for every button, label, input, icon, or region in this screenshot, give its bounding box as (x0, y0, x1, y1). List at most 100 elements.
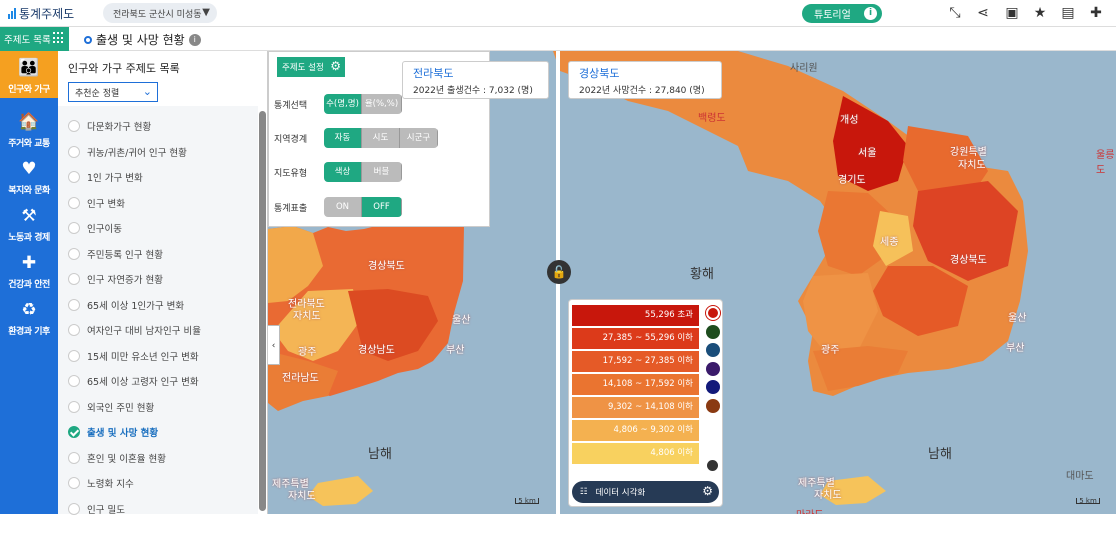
info-icon[interactable]: i (188, 33, 201, 46)
topic-item[interactable]: 65세 이상 1인가구 변화 (68, 296, 184, 314)
map-type-toggle[interactable]: 색상 버블 (324, 162, 402, 182)
map-label: 광주 (821, 345, 840, 356)
star-icon[interactable]: ★ (1031, 4, 1049, 22)
option-auto[interactable]: 자동 (324, 128, 362, 148)
region-select[interactable]: 전라북도 군산시 미성동 ▼ (103, 3, 217, 23)
option-off[interactable]: OFF (362, 197, 402, 217)
option-count[interactable]: 수(명,명) (324, 94, 362, 114)
option-label: 지도유형 (274, 169, 308, 179)
health-icon: ✚ (21, 253, 37, 273)
radio-icon[interactable] (68, 145, 80, 158)
nav-item-environment[interactable]: ♻ 환경과 기후 (0, 293, 58, 340)
legend-range[interactable]: 4,806 이하 (572, 443, 699, 464)
map-area[interactable]: 🔓 주제도 설정 ⚙ 통계선택 수(명,명) 율(%,%) 지역경계 자동 시도… (268, 51, 1116, 514)
radio-icon[interactable] (68, 400, 80, 413)
legend-range[interactable]: 17,592 ~ 27,385 이하 (572, 351, 699, 372)
color-palette-option[interactable] (706, 398, 720, 413)
radio-icon[interactable] (68, 451, 80, 464)
topic-item[interactable]: 인구 밀도 (68, 500, 125, 518)
topic-item[interactable]: 주민등록 인구 현황 (68, 245, 163, 263)
boundary-toggle[interactable]: 자동 시도 시군구 (324, 128, 438, 148)
color-palette-option[interactable] (706, 343, 720, 357)
radio-icon[interactable] (68, 222, 80, 234)
topic-item[interactable]: 여자인구 대비 남자인구 비율 (68, 321, 201, 339)
topic-item[interactable]: 65세 이상 고령자 인구 변화 (68, 372, 199, 390)
topic-menu-label: 주제도 목록 (4, 35, 51, 46)
option-sido[interactable]: 시도 (362, 128, 400, 148)
radio-icon[interactable] (68, 324, 80, 336)
topic-item[interactable]: 15세 미만 유소년 인구 변화 (68, 347, 199, 365)
map-label: 자치도 (958, 160, 986, 171)
option-bubble[interactable]: 버블 (362, 162, 402, 182)
nav-item-labor[interactable]: ⚒ 노동과 경제 (0, 199, 58, 246)
map-label: 자치도 (814, 490, 842, 501)
map-label: 자치도 (293, 311, 321, 322)
topic-item[interactable]: 인구이동 (68, 219, 122, 237)
radio-icon[interactable] (68, 171, 80, 183)
option-on[interactable]: ON (324, 197, 362, 217)
topic-item[interactable]: 1인 가구 변화 (68, 168, 143, 186)
bookmark-add-icon[interactable]: ✚ (1087, 4, 1105, 22)
radio-icon[interactable] (68, 298, 80, 311)
topic-item[interactable]: 혼인 및 이혼율 현황 (68, 449, 166, 467)
topic-item[interactable]: 노령화 지수 (68, 474, 134, 492)
grid-icon (53, 32, 65, 44)
topic-menu-button[interactable]: 주제도 목록 (0, 27, 69, 51)
collapse-panel-button[interactable]: ‹ (268, 325, 280, 365)
stat-select-toggle[interactable]: 수(명,명) 율(%,%) (324, 94, 402, 114)
image-icon[interactable]: ▣ (1003, 4, 1021, 22)
scrollbar[interactable] (259, 111, 266, 511)
radio-icon[interactable] (68, 120, 80, 132)
page-title-text: 출생 및 사망 현황 (96, 33, 185, 47)
option-color[interactable]: 색상 (324, 162, 362, 182)
topic-item[interactable]: 외국인 주민 현황 (68, 398, 154, 416)
tutorial-button[interactable]: 튜토리얼 i (802, 4, 882, 23)
scale-bar: 5 km (515, 498, 539, 505)
radio-icon[interactable] (68, 273, 80, 285)
share-icon[interactable]: ⋖ (974, 4, 992, 22)
unlock-icon[interactable]: 🔓 (547, 260, 571, 284)
list-button[interactable]: 목록 (0, 519, 58, 552)
topic-list: 다문화가구 현황귀농/귀촌/귀어 인구 현황 1인 가구 변화인구 변화인구이동주… (58, 106, 258, 516)
radio-icon[interactable] (68, 502, 80, 515)
radio-icon[interactable] (68, 196, 80, 209)
sort-select[interactable]: 추천순 정렬 ⌄ (68, 82, 158, 102)
check-icon[interactable] (68, 426, 80, 438)
option-rate[interactable]: 율(%,%) (362, 94, 402, 114)
topic-item[interactable]: 인구 자연증가 현황 (68, 270, 163, 288)
option-sigungu[interactable]: 시군구 (400, 128, 438, 148)
topic-item[interactable]: 출생 및 사망 현황 (68, 423, 158, 441)
color-palette-option[interactable] (706, 380, 720, 394)
topic-item[interactable]: 귀농/귀촌/귀어 인구 현황 (68, 143, 187, 161)
nav-item-population[interactable]: 👪 인구와 가구 (0, 51, 58, 98)
document-icon[interactable]: ▤ (1059, 4, 1077, 22)
topic-label: 노령화 지수 (87, 479, 134, 490)
radio-icon[interactable] (68, 349, 80, 362)
shrink-icon[interactable]: ⤡ (946, 4, 964, 22)
topic-label: 65세 이상 고령자 인구 변화 (87, 377, 199, 388)
legend-range[interactable]: 9,302 ~ 14,108 이하 (572, 397, 699, 418)
settings-button[interactable]: 주제도 설정 ⚙ (277, 57, 345, 77)
color-palette-option[interactable] (706, 324, 720, 339)
no-entry-icon[interactable] (707, 460, 718, 471)
legend-range[interactable]: 4,806 ~ 9,302 이하 (572, 420, 699, 441)
color-palette-option[interactable] (706, 306, 720, 320)
topic-item[interactable]: 인구 변화 (68, 194, 125, 212)
radio-icon[interactable] (68, 375, 80, 387)
stat-display-toggle[interactable]: ON OFF (324, 197, 402, 217)
legend-range[interactable]: 27,385 ~ 55,296 이하 (572, 328, 699, 349)
color-palette-option[interactable] (706, 361, 720, 376)
gear-icon: ⚙ (330, 59, 341, 73)
legend-range[interactable]: 14,108 ~ 17,592 이하 (572, 374, 699, 395)
radio-icon[interactable] (68, 477, 80, 489)
radio-icon[interactable] (68, 247, 80, 260)
data-visualization-button[interactable]: ☷ 데이터 시각화 ⚙ (572, 481, 719, 503)
nav-item-welfare[interactable]: ♥ 복지와 문화 (0, 152, 58, 199)
nav-item-housing[interactable]: 🏠 주거와 교통 (0, 105, 58, 152)
nav-item-health[interactable]: ✚ 건강과 안전 (0, 246, 58, 293)
brand[interactable]: 통계주제도 (8, 5, 74, 22)
environment-icon: ♻ (21, 300, 37, 320)
house-car-icon: 🏠 (18, 112, 40, 132)
topic-item[interactable]: 다문화가구 현황 (68, 117, 151, 135)
legend-range[interactable]: 55,296 초과 (572, 305, 699, 326)
